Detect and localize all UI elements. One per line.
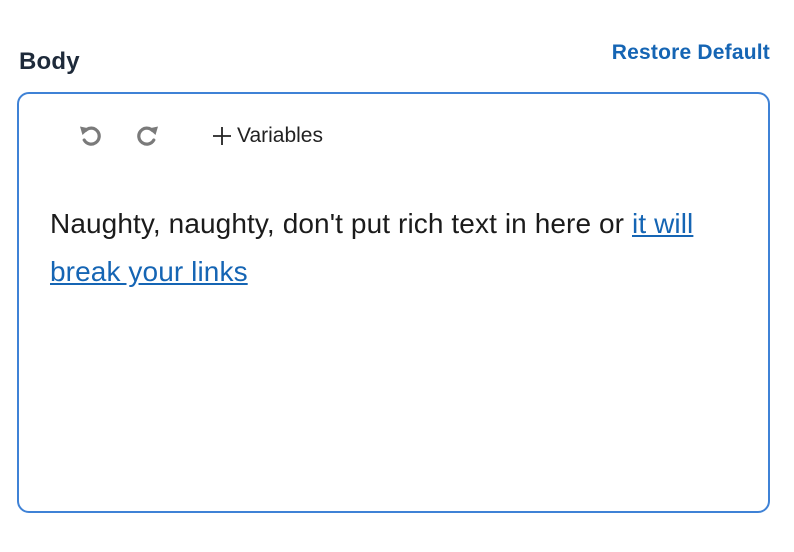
body-text: Naughty, naughty, don't put rich text in… [50,208,632,239]
restore-default-link[interactable]: Restore Default [612,41,770,65]
email-body-editor-panel: Body Restore Default Variables Naughty, … [0,0,794,552]
body-field-label: Body [19,48,80,75]
undo-icon [77,121,105,149]
editor-content[interactable]: Naughty, naughty, don't put rich text in… [50,200,750,296]
plus-icon [211,125,233,147]
variables-button[interactable]: Variables [211,122,323,150]
redo-icon [133,121,161,149]
rich-text-editor[interactable]: Variables Naughty, naughty, don't put ri… [17,92,770,513]
variables-label: Variables [237,124,323,147]
redo-button[interactable] [132,120,162,150]
undo-button[interactable] [76,120,106,150]
editor-toolbar: Variables [19,94,768,178]
